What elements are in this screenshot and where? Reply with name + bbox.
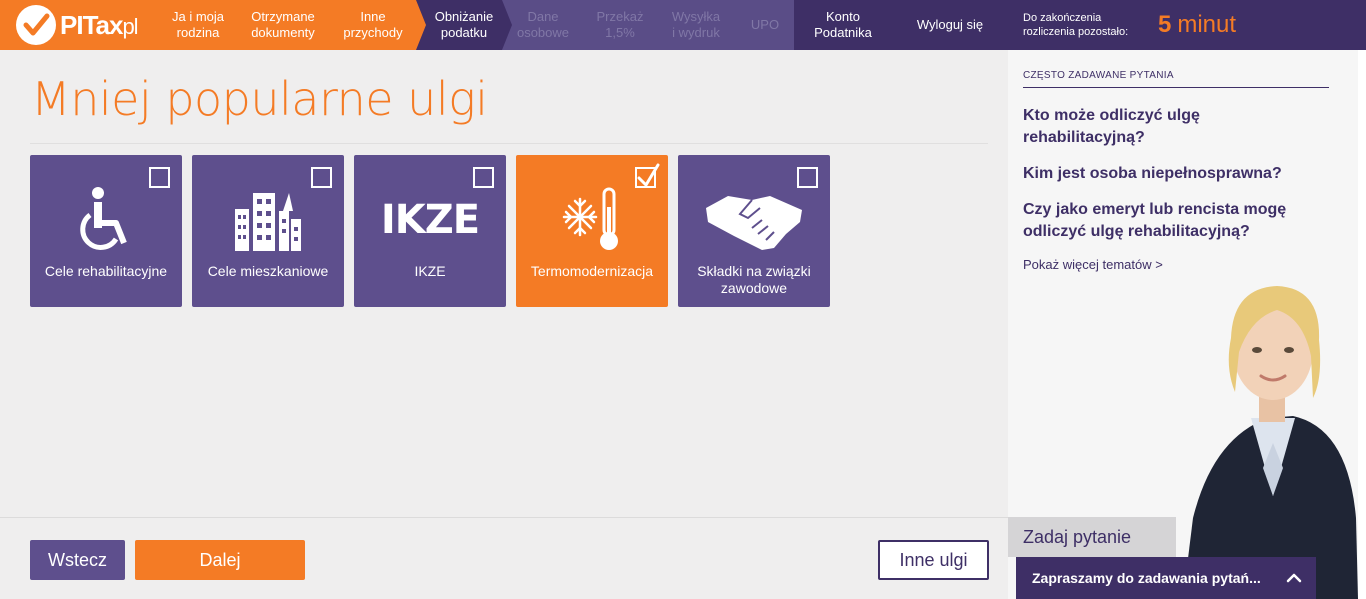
logout-link[interactable]: Wyloguj się <box>892 0 1008 50</box>
konto-podatnika-link[interactable]: Konto Podatnika <box>794 0 892 50</box>
faq-heading: CZĘSTO ZADAWANE PYTANIA <box>1023 70 1329 88</box>
step-przekaz-procent: Przekaż 1,5% <box>584 0 656 50</box>
step-arrow <box>502 0 512 50</box>
step-label-line2: podatku <box>440 25 488 40</box>
step-obnizanie-podatku[interactable]: Obniżanie podatku <box>426 0 502 50</box>
tile-cele-rehabilitacyjne[interactable]: Cele rehabilitacyjne <box>30 155 182 307</box>
snowflake-thermometer-icon <box>516 180 668 260</box>
pitax-logo[interactable]: PITaxpl <box>0 0 160 50</box>
title-divider <box>30 143 988 144</box>
ikze-icon-text: IKZE <box>380 197 480 243</box>
step-label-line2: rodzina <box>176 25 220 40</box>
timer-label-line2: rozliczenia pozostało: <box>1023 26 1129 38</box>
faq-sidebar: CZĘSTO ZADAWANE PYTANIA Kto może odliczy… <box>1008 50 1358 599</box>
timer-label-line1: Do zakończenia <box>1023 12 1102 24</box>
step-label-line2: i wydruk <box>672 25 720 40</box>
faq-link[interactable]: Czy jako emeryt lub rencista mogę odlicz… <box>1023 199 1323 243</box>
tile-termomodernizacja[interactable]: Termomodernizacja <box>516 155 668 307</box>
chevron-up-icon[interactable] <box>1286 570 1302 586</box>
step-label-line1: Przekaż <box>596 9 644 24</box>
step-label-line2: przychody <box>343 25 403 40</box>
account-label-line2: Podatnika <box>814 25 872 40</box>
chat-invite-text: Zapraszamy do zadawania pytań... <box>1032 570 1261 586</box>
chat-bar[interactable]: Zapraszamy do zadawania pytań... <box>1016 557 1316 599</box>
step-dane-osobowe: Dane osobowe <box>502 0 584 50</box>
tile-ikze[interactable]: IKZE IKZE <box>354 155 506 307</box>
next-button[interactable]: Dalej <box>135 540 305 580</box>
top-navigation-bar: PITaxpl Ja i moja rodzina Otrzymane dokume… <box>0 0 1366 50</box>
faq-link[interactable]: Kto może odliczyć ulgę rehabilitacyjną? <box>1023 105 1323 149</box>
footer-bar: Wstecz Dalej Inne ulgi <box>0 517 1008 599</box>
tile-label: Cele rehabilitacyjne <box>44 263 168 279</box>
tile-label: Składki na związki zawodowe <box>697 263 811 296</box>
handshake-icon <box>678 180 830 260</box>
show-more-topics-link[interactable]: Pokaż więcej tematów > <box>1023 257 1163 272</box>
step-wysylka-i-wydruk: Wysyłka i wydruk <box>656 0 736 50</box>
step-label-line1: Dane <box>527 9 559 24</box>
main-content: Mniej popularne ulgi Cele rehabilitacyjn… <box>0 50 1008 517</box>
faq-link[interactable]: Kim jest osoba niepełnosprawna? <box>1023 163 1323 185</box>
ask-question-label: Zadaj pytanie <box>1023 526 1132 547</box>
consultant-photo <box>1183 286 1358 599</box>
buildings-icon <box>192 180 344 260</box>
step-arrow <box>416 0 426 50</box>
step-label-line2: 1,5% <box>605 25 635 40</box>
step-label-line1: Wysyłka <box>671 9 721 24</box>
step-label-line1: UPO <box>750 17 780 32</box>
step-label-line1: Otrzymane <box>251 9 315 24</box>
timer-value: 5 <box>1158 11 1172 38</box>
faq-list: Kto może odliczyć ulgę rehabilitacyjną? … <box>1023 105 1323 257</box>
logo-suffix: pl <box>122 13 138 39</box>
wheelchair-icon <box>30 180 182 260</box>
step-label-line1: Ja i moja <box>171 9 225 24</box>
tile-label: Termomodernizacja <box>530 263 654 279</box>
page-title: Mniej popularne ulgi <box>31 72 488 126</box>
back-button[interactable]: Wstecz <box>30 540 125 580</box>
step-inne-przychody[interactable]: Inne przychody <box>330 0 416 50</box>
step-upo: UPO <box>736 0 794 50</box>
checkmark-logo-icon <box>16 5 56 45</box>
step-label-line2: dokumenty <box>251 25 315 40</box>
tile-label: Cele mieszkaniowe <box>207 263 329 279</box>
ask-question-button[interactable]: Zadaj pytanie <box>1008 517 1176 557</box>
step-label-line1: Obniżanie <box>434 9 494 24</box>
logo-text: PITax <box>60 9 123 40</box>
tile-cele-mieszkaniowe[interactable]: Cele mieszkaniowe <box>192 155 344 307</box>
step-otrzymane-dokumenty[interactable]: Otrzymane dokumenty <box>236 0 330 50</box>
tile-skladki-na-zwiazki-zawodowe[interactable]: Składki na związki zawodowe <box>678 155 830 307</box>
timer-unit: minut <box>1177 11 1237 38</box>
timer-panel: Do zakończenia rozliczenia pozostało: 5m… <box>1008 0 1366 50</box>
step-label-line2: osobowe <box>516 25 570 40</box>
step-label-line1: Inne <box>360 9 386 24</box>
step-ja-i-moja-rodzina[interactable]: Ja i moja rodzina <box>160 0 236 50</box>
ikze-text-icon: IKZE <box>354 180 506 260</box>
other-reliefs-button[interactable]: Inne ulgi <box>878 540 989 580</box>
logout-label: Wyloguj się <box>916 17 984 32</box>
tile-label: IKZE <box>414 263 446 279</box>
scrollbar[interactable] <box>1358 50 1366 599</box>
account-label-line1: Konto <box>826 9 860 24</box>
